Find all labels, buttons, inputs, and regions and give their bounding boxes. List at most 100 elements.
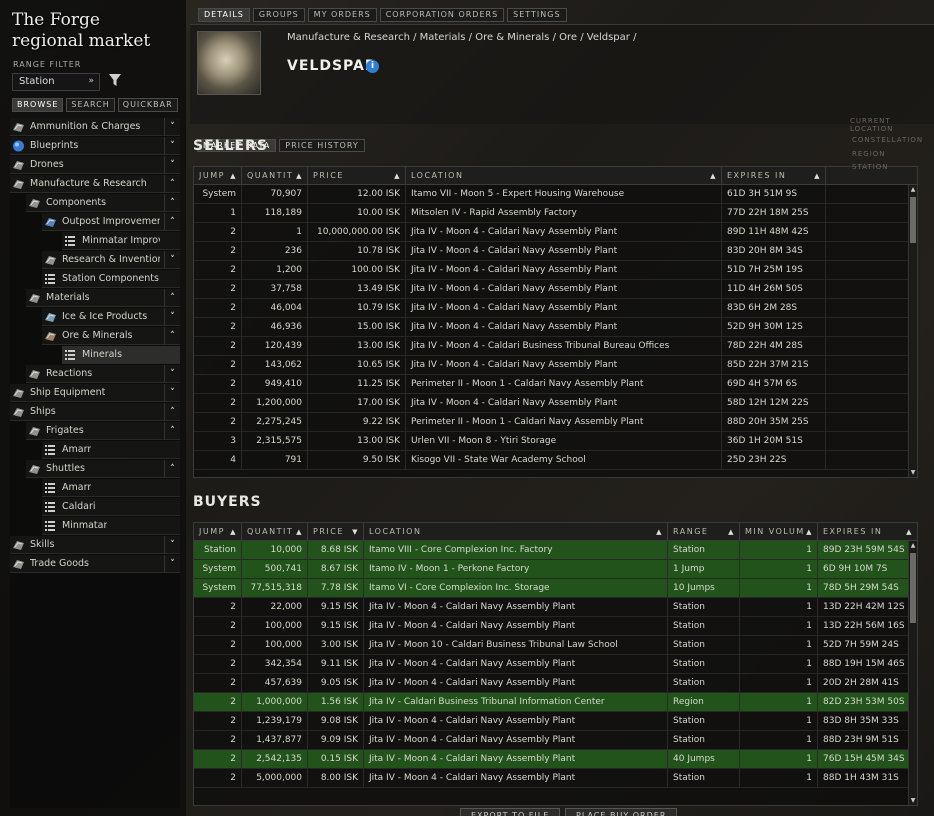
table-row[interactable]: 2 5,000,000 8.00 ISK Jita IV - Moon 4 - Cal… [194,769,917,788]
table-row[interactable]: 2 949,410 11.25 ISK Perimeter II - Moon 1 -… [194,375,917,394]
tree-item[interactable]: Reactions ˅ [26,365,180,383]
column-header[interactable]: EXPIRES IN ▲ [722,167,826,185]
table-row[interactable]: 2 46,004 10.79 ISK Jita IV - Moon 4 - Calda… [194,299,917,318]
tree-item[interactable]: Ore & Minerals ˄ [42,327,180,345]
tab-details[interactable]: DETAILS [198,8,250,22]
collapse-icon[interactable]: ˄ [164,460,180,478]
tab-quickbar[interactable]: QUICKBAR [117,98,178,112]
collapse-icon[interactable]: ˄ [164,194,180,212]
tab-my-orders[interactable]: MY ORDERS [307,8,377,22]
table-row[interactable]: 2 100,000 9.15 ISK Jita IV - Moon 4 - Calda… [194,617,917,636]
tree-item[interactable]: Blueprints ˅ [10,137,180,155]
tree-item[interactable]: Ice & Ice Products ˅ [42,308,180,326]
tab-search[interactable]: SEARCH [66,98,115,112]
tree-item[interactable]: Frigates ˄ [26,422,180,440]
tree-item[interactable]: Manufacture & Research ˄ [10,175,180,193]
tree-item[interactable]: Materials ˄ [26,289,180,307]
table-row[interactable]: System 77,515,318 7.78 ISK Itamo VI - Core … [194,579,917,598]
tree-item[interactable]: Minmatar [42,517,180,535]
table-row[interactable]: 2 2,275,245 9.22 ISK Perimeter II - Moon 1 … [194,413,917,432]
place-buy-order-button[interactable]: PLACE BUY ORDER [565,808,678,816]
tree-item[interactable]: Research & Invention ˅ [42,251,180,269]
table-row[interactable]: 2 2,542,135 0.15 ISK Jita IV - Moon 4 - Cal… [194,750,917,769]
collapse-icon[interactable]: ˄ [164,422,180,440]
tree-item[interactable]: Components ˄ [26,194,180,212]
tab-price-history[interactable]: PRICE HISTORY [279,139,365,152]
expand-icon[interactable]: ˅ [164,555,180,573]
table-row[interactable]: System 70,907 12.00 ISK Itamo VII - Moon 5 … [194,185,917,204]
table-row[interactable]: 2 120,439 13.00 ISK Jita IV - Moon 4 - Cald… [194,337,917,356]
table-row[interactable]: 2 1,000,000 1.56 ISK Jita IV - Caldari Busi… [194,693,917,712]
tree-item[interactable]: Amarr [42,441,180,459]
export-to-file-button[interactable]: EXPORT TO FILE [460,808,561,816]
tree-item[interactable]: Outpost Improvement P ˄ [42,213,180,231]
column-header[interactable]: LOCATION ▲ [364,523,668,541]
collapse-icon[interactable]: ˄ [164,403,180,421]
tree-item[interactable]: Caldari [42,498,180,516]
tree-item[interactable]: Ships ˄ [10,403,180,421]
table-row[interactable]: System 500,741 8.67 ISK Itamo IV - Moon 1 -… [194,560,917,579]
table-row[interactable]: 2 342,354 9.11 ISK Jita IV - Moon 4 - Calda… [194,655,917,674]
table-row[interactable]: 2 1 10,000,000.00 ISK Jita IV - Moon 4 - Ca… [194,223,917,242]
expand-icon[interactable]: ˅ [164,536,180,554]
column-header[interactable]: PRICE ▲ [308,167,406,185]
column-header[interactable]: PRICE ▼ [308,523,364,541]
tree-item[interactable]: Ship Equipment ˅ [10,384,180,402]
table-row[interactable]: 2 22,000 9.15 ISK Jita IV - Moon 4 - Caldar… [194,598,917,617]
table-row[interactable]: 1 118,189 10.00 ISK Mitsolen IV - Rapid Ass… [194,204,917,223]
tree-item[interactable]: Skills ˅ [10,536,180,554]
column-header[interactable]: RANGE ▲ [668,523,740,541]
tree-item[interactable]: Minerals [62,346,180,364]
tab-browse[interactable]: BROWSE [12,98,64,112]
scroll-up-icon[interactable]: ▲ [909,542,917,549]
table-row[interactable]: 2 1,200 100.00 ISK Jita IV - Moon 4 - Calda… [194,261,917,280]
tree-item[interactable]: Trade Goods ˅ [10,555,180,573]
info-icon[interactable]: i [366,60,379,73]
scroll-down-icon[interactable]: ▼ [909,797,917,804]
column-header[interactable]: QUANTIT ▲ [242,167,308,185]
table-row[interactable]: 2 1,200,000 17.00 ISK Jita IV - Moon 4 - Ca… [194,394,917,413]
tree-item[interactable]: Shuttles ˄ [26,460,180,478]
expand-icon[interactable]: ˅ [164,308,180,326]
tab-settings[interactable]: SETTINGS [507,8,567,22]
range-filter-select[interactable]: Station » [12,73,100,91]
tab-groups[interactable]: GROUPS [252,8,305,22]
column-header[interactable]: MIN VOLUM ▲ [740,523,818,541]
column-header[interactable]: JUMP ▲ [194,523,242,541]
filter-icon[interactable] [108,73,122,87]
tree-item[interactable]: Minmatar Improvem [62,232,180,250]
table-row[interactable]: 2 143,062 10.65 ISK Jita IV - Moon 4 - Cald… [194,356,917,375]
expand-icon[interactable]: ˅ [164,251,180,269]
expand-icon[interactable]: ˅ [164,384,180,402]
scrollbar-thumb[interactable] [910,553,916,623]
expand-icon[interactable]: ˅ [164,156,180,174]
table-row[interactable]: 2 236 10.78 ISK Jita IV - Moon 4 - Caldari … [194,242,917,261]
table-row[interactable]: 2 457,639 9.05 ISK Jita IV - Moon 4 - Calda… [194,674,917,693]
tab-corporation-orders[interactable]: CORPORATION ORDERS [379,8,505,22]
scrollbar[interactable]: ▲ ▼ [908,541,917,805]
tree-item[interactable]: Amarr [42,479,180,497]
tree-item[interactable]: Drones ˅ [10,156,180,174]
expand-icon[interactable]: ˅ [164,118,180,136]
column-header[interactable]: JUMP ▲ [194,167,242,185]
collapse-icon[interactable]: ˄ [164,175,180,193]
table-row[interactable]: 2 46,936 15.00 ISK Jita IV - Moon 4 - Calda… [194,318,917,337]
tree-item[interactable]: Ammunition & Charges ˅ [10,118,180,136]
collapse-icon[interactable]: ˄ [164,327,180,345]
expand-icon[interactable]: ˅ [164,137,180,155]
expand-icon[interactable]: ˅ [164,365,180,383]
table-row[interactable]: 4 791 9.50 ISK Kisogo VII - State War Acade… [194,451,917,470]
item-thumbnail[interactable] [197,31,261,95]
table-row[interactable]: 2 1,239,179 9.08 ISK Jita IV - Moon 4 - Cal… [194,712,917,731]
table-row[interactable]: 2 100,000 3.00 ISK Jita IV - Moon 10 - Cald… [194,636,917,655]
column-header[interactable]: QUANTIT ▲ [242,523,308,541]
column-header[interactable]: LOCATION ▲ [406,167,722,185]
table-row[interactable]: Station 10,000 8.68 ISK Itamo VIII - Core C… [194,541,917,560]
table-row[interactable]: 3 2,315,575 13.00 ISK Urlen VII - Moon 8 - … [194,432,917,451]
table-row[interactable]: 2 1,437,877 9.09 ISK Jita IV - Moon 4 - Cal… [194,731,917,750]
breadcrumb[interactable]: Manufacture & Research / Materials / Ore… [287,32,636,43]
table-row[interactable]: 2 37,758 13.49 ISK Jita IV - Moon 4 - Calda… [194,280,917,299]
collapse-icon[interactable]: ˄ [164,213,180,231]
collapse-icon[interactable]: ˄ [164,289,180,307]
tree-item[interactable]: Station Components [42,270,180,288]
